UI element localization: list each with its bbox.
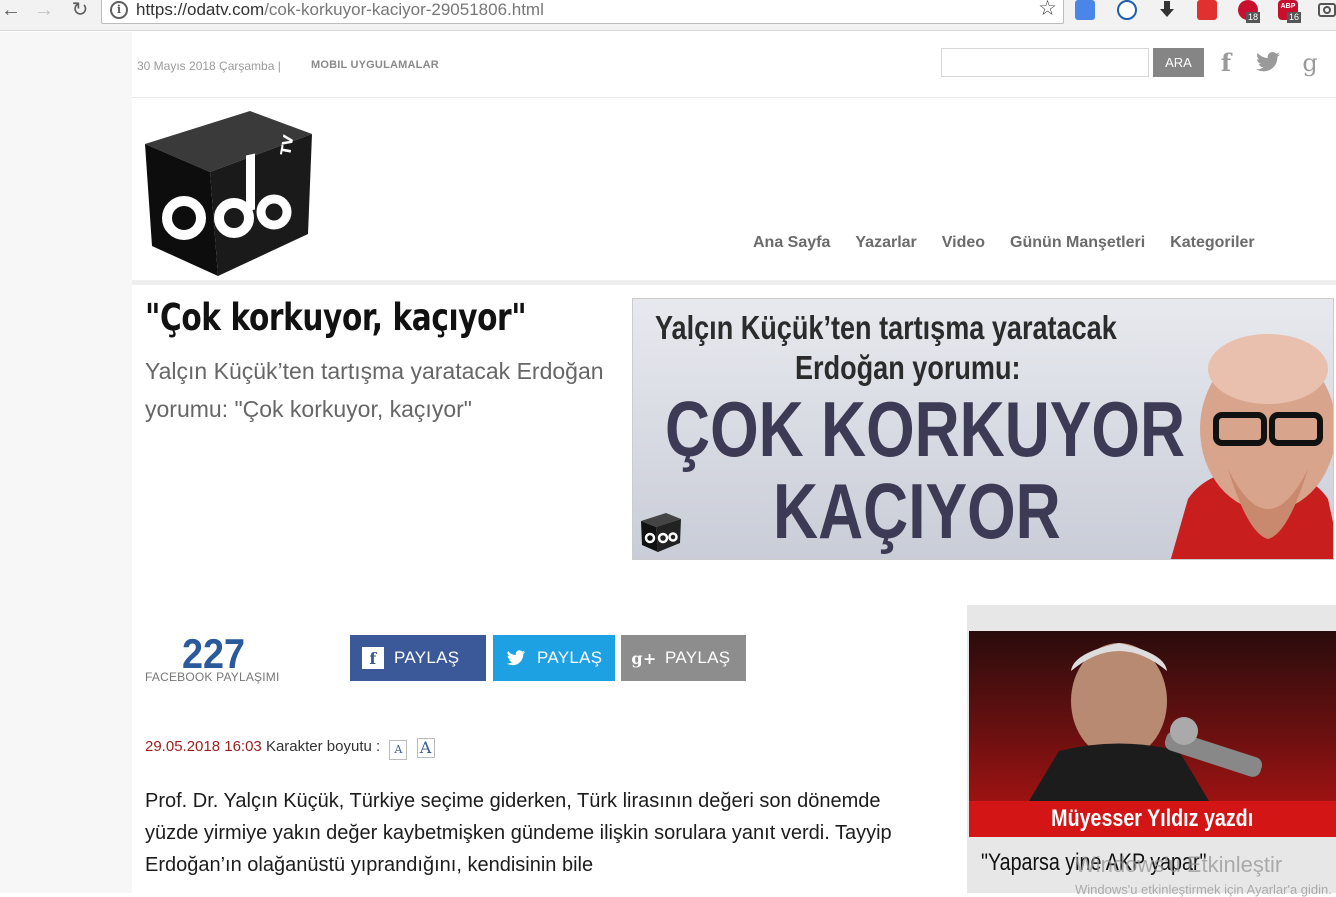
nav-ana-sayfa[interactable]: Ana Sayfa [753,234,830,252]
google-share-button[interactable]: g+ PAYLAŞ [621,635,746,681]
facebook-share-label: FACEBOOK PAYLAŞIMI [145,670,280,684]
article-body: Prof. Dr. Yalçın Küçük, Türkiye seçime g… [145,790,892,876]
nav-kategoriler[interactable]: Kategoriler [1170,234,1254,252]
translate-extension-icon[interactable] [1075,0,1095,20]
share-button-label: PAYLAŞ [537,648,603,667]
os-activation-watermark-detail: Windows'u etkinleştirmek için Ayarlar'a … [1075,882,1332,897]
nav-video[interactable]: Video [942,234,985,252]
current-date: 30 Mayıs 2018 Çarşamba | [137,59,281,73]
google-plus-icon: g+ [631,648,657,668]
facebook-share-button[interactable]: f PAYLAŞ [350,635,486,681]
article-title: "Çok korkuyor, kaçıyor" [145,296,527,339]
bookmark-star-icon[interactable]: ☆ [1038,0,1057,20]
a-extension-icon[interactable] [1117,0,1137,20]
download-icon[interactable] [1157,0,1177,20]
extension-badge: 16 [1287,12,1302,23]
hero-text-line: ÇOK KORKUYOR [665,385,1186,473]
forward-icon[interactable]: → [33,0,55,22]
featured-photo[interactable]: Müyesser Yıldız yazdı [969,631,1336,837]
share-button-label: PAYLAŞ [394,648,460,667]
page-margin [0,32,132,893]
extension-badge: 18 [1246,12,1261,23]
odatv-mini-logo [639,511,683,553]
hero-text-line: Erdoğan yorumu: [795,349,1021,386]
hero-text-line: KAÇIYOR [773,467,1061,555]
mobile-apps-link[interactable]: MOBIL UYGULAMALAR [311,59,439,71]
back-icon[interactable]: ← [0,0,22,22]
font-size-label: Karakter boyutu : [265,738,381,755]
article-hero-image: Yalçın Küçük’ten tartışma yaratacak Erdo… [632,298,1334,560]
address-bar[interactable]: i https://odatv.com/cok-korkuyor-kaciyor… [101,0,1064,24]
info-icon[interactable]: i [110,1,128,19]
sidebar-featured-card[interactable]: Müyesser Yıldız yazdı "Yaparsa yine AKP … [967,605,1336,893]
search-input[interactable] [941,48,1149,77]
facebook-icon[interactable]: f [1212,49,1240,77]
top-bar: 30 Mayıs 2018 Çarşamba | MOBIL UYGULAMAL… [132,32,1336,98]
nav-yazarlar[interactable]: Yazarlar [855,234,916,252]
os-activation-watermark: Windows'u Etkinleştir [1075,852,1283,877]
main-navigation: Ana Sayfa Yazarlar Video Günün Manşetler… [753,234,1255,252]
facebook-icon: f [362,647,384,669]
article-subtitle: Yalçın Küçük’ten tartışma yaratacak Erdo… [145,358,604,422]
twitter-share-button[interactable]: PAYLAŞ [493,635,615,681]
address-url[interactable]: https://odatv.com/cok-korkuyor-kaciyor-2… [136,0,544,21]
font-increase-button[interactable]: A [416,738,435,758]
camera-icon[interactable] [1318,0,1336,20]
nav-gunun-mansetleri[interactable]: Günün Manşetleri [1010,234,1145,252]
google-plus-icon[interactable]: g [1296,49,1324,77]
youtube-extension-icon[interactable] [1197,0,1217,20]
site-header: TV [132,98,1336,282]
browser-toolbar: ← → ↻ i https://odatv.com/cok-korkuyor-k… [0,0,1336,31]
featured-banner: Müyesser Yıldız yazdı [969,801,1336,837]
odatv-logo[interactable]: TV [140,106,316,276]
share-button-label: PAYLAŞ [665,648,731,667]
page: 30 Mayıs 2018 Çarşamba | MOBIL UYGULAMAL… [132,32,1336,893]
hero-text-line: Yalçın Küçük’ten tartışma yaratacak [655,309,1117,346]
article-meta: 29.05.2018 16:03 Karakter boyutu : A A [145,738,435,760]
search-button[interactable]: ARA [1153,48,1204,77]
font-decrease-button[interactable]: A [389,740,408,760]
header-divider [132,280,1336,285]
portrait-photo [1168,319,1333,559]
twitter-icon[interactable] [1254,49,1282,77]
twitter-icon [505,647,527,669]
reload-icon[interactable]: ↻ [69,0,91,22]
article-datetime: 29.05.2018 16:03 [145,738,262,755]
